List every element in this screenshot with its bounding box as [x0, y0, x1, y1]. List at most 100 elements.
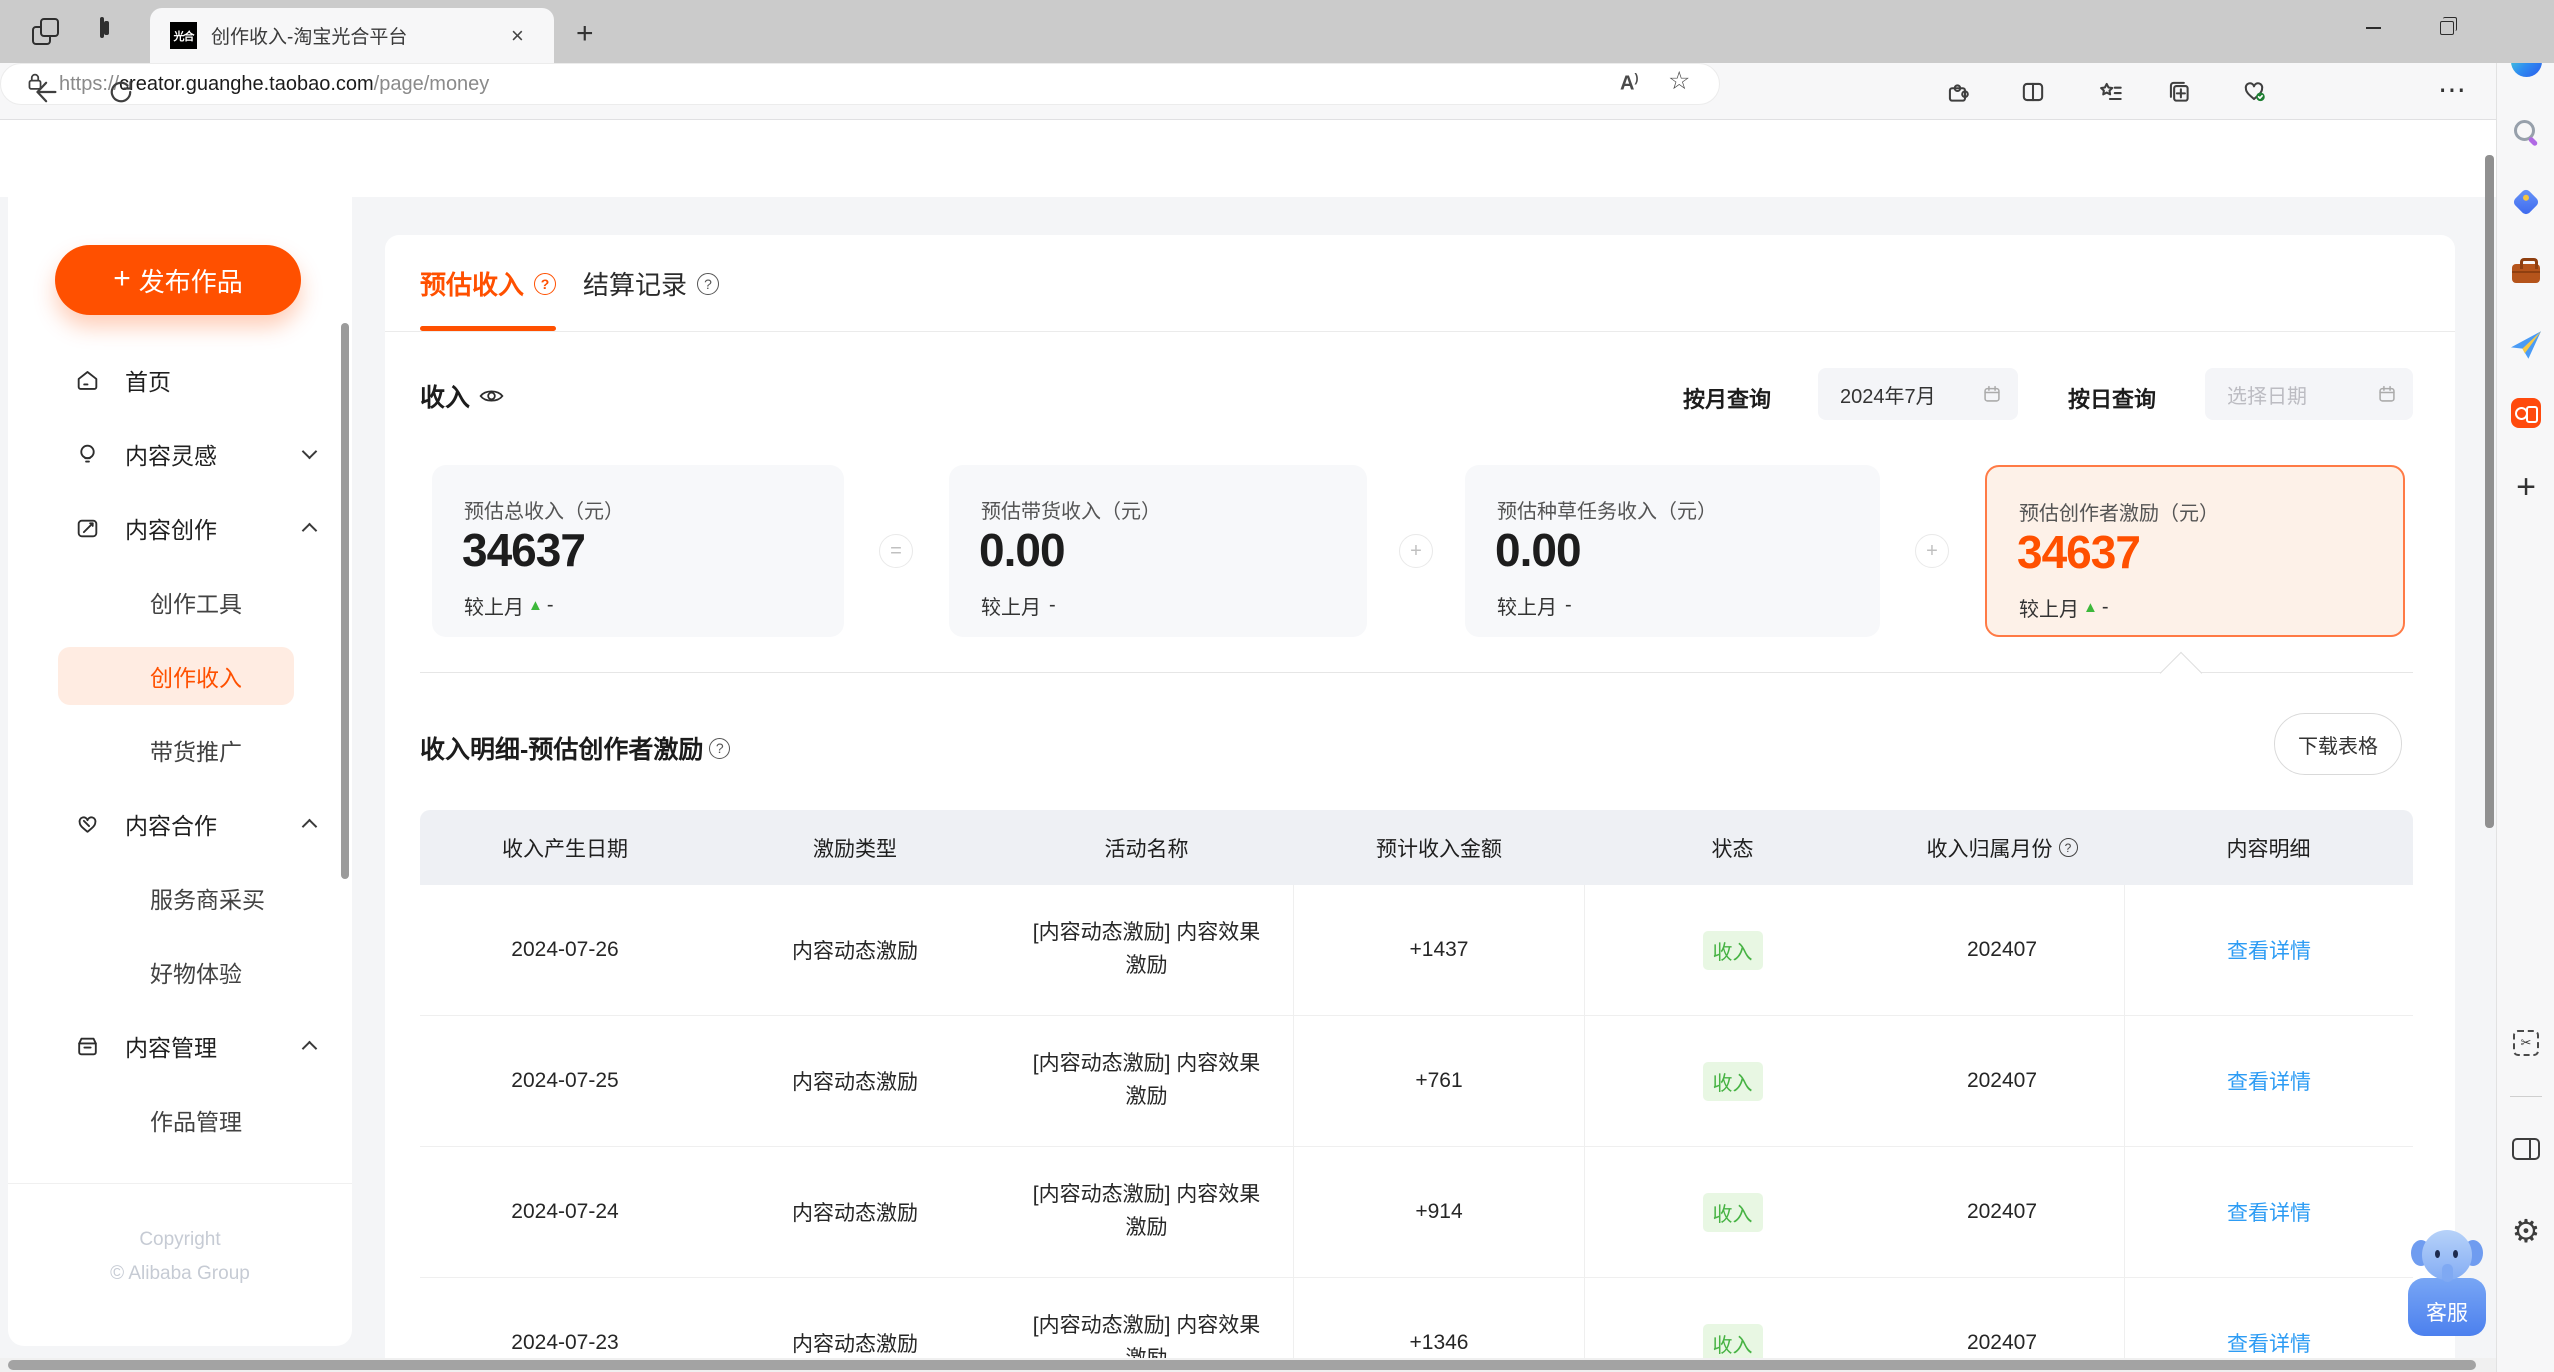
rail-divider	[2510, 1096, 2542, 1097]
status-badge: 收入	[1702, 1061, 1763, 1101]
help-icon[interactable]: ?	[2058, 838, 2078, 857]
lightbulb-icon	[80, 444, 95, 462]
calendar-icon	[1984, 385, 2000, 402]
day-picker-input[interactable]: 选择日期	[2205, 368, 2413, 420]
kuaishou-icon[interactable]	[2497, 398, 2554, 428]
browser-toolbar: https://creator.guanghe.taobao.com/page/…	[0, 63, 2535, 175]
trend-up-icon: ▲	[528, 597, 543, 614]
tab-estimated-income[interactable]: 预估收入 ?	[420, 265, 557, 302]
customer-support-widget[interactable]: 客服	[2406, 1228, 2488, 1338]
extensions-icon[interactable]	[1944, 78, 1972, 111]
table-row: 2024-07-25 内容动态激励 [内容动态激励] 内容效果激励 +761 收…	[420, 1016, 2413, 1147]
plus-icon: +	[113, 261, 131, 295]
card-seeding-task-income: 预估种草任务收入（元） 0.00 较上月 -	[1465, 465, 1880, 637]
support-button[interactable]: 客服	[2408, 1278, 2486, 1336]
main-content-panel: 预估收入 ? 结算记录 ? 收入 按月查询 2024年7月 按日查询 选择日期 …	[385, 235, 2455, 1372]
heart-hands-icon	[78, 815, 97, 833]
view-detail-link[interactable]: 查看详情	[2227, 1328, 2311, 1358]
sidebar-item-product-trial[interactable]: 好物体验	[8, 935, 352, 1009]
sidebar-nav: 首页 内容灵感 内容创作 创作工具 创作收入 带货推广 内容合作 服务商采买 好…	[8, 343, 352, 1157]
plus-operator: +	[1399, 534, 1433, 568]
page-horizontal-scrollbar[interactable]	[8, 1360, 2476, 1370]
settings-gear-icon[interactable]: ⚙	[2497, 1212, 2554, 1250]
sidebar-item-creation-income[interactable]: 创作收入	[8, 639, 352, 713]
help-icon[interactable]: ?	[709, 737, 731, 759]
drop-send-icon[interactable]	[2497, 330, 2554, 360]
site-header: 淘宝·光合平台 消息 创作者服务	[0, 120, 2496, 306]
sidebar-item-content-management[interactable]: 内容管理	[8, 1009, 352, 1083]
download-table-button[interactable]: 下载表格	[2274, 713, 2402, 775]
sidebar-item-commerce-promo[interactable]: 带货推广	[8, 713, 352, 787]
trend-up-icon: ▲	[2083, 599, 2098, 616]
home-icon	[77, 370, 98, 390]
table-row: 2024-07-26 内容动态激励 [内容动态激励] 内容效果激励 +1437 …	[420, 885, 2413, 1016]
publish-work-button[interactable]: + 发布作品	[55, 245, 301, 315]
sidebar-item-creation[interactable]: 内容创作	[8, 491, 352, 565]
income-detail-table: 收入产生日期 激励类型 活动名称 预计收入金额 状态 收入归属月份? 内容明细 …	[420, 810, 2413, 1372]
chevron-up-icon	[301, 1040, 318, 1057]
col-content-detail: 内容明细	[2226, 837, 2311, 861]
read-aloud-icon[interactable]: A)	[1620, 71, 1638, 96]
table-header-row: 收入产生日期 激励类型 活动名称 预计收入金额 状态 收入归属月份? 内容明细	[420, 810, 2413, 885]
tab-title: 创作收入-淘宝光合平台	[211, 27, 408, 48]
back-icon[interactable]	[30, 77, 60, 112]
window-minimize-button[interactable]	[2338, 0, 2408, 56]
edge-rail-top-strip	[2496, 0, 2554, 63]
table-row: 2024-07-24 内容动态激励 [内容动态激励] 内容效果激励 +914 收…	[420, 1147, 2413, 1278]
favorites-list-icon[interactable]	[2097, 78, 2125, 111]
sidebar-item-inspiration[interactable]: 内容灵感	[8, 417, 352, 491]
sidebar-item-home[interactable]: 首页	[8, 343, 352, 417]
shopping-icon[interactable]	[2497, 187, 2554, 217]
copyright-line2: © Alibaba Group	[110, 1263, 250, 1284]
sidebar-scrollbar[interactable]	[341, 323, 349, 879]
page-vertical-scrollbar[interactable]	[2485, 155, 2494, 828]
chevron-up-icon	[301, 818, 318, 835]
status-badge: 收入	[1702, 1192, 1763, 1232]
sidebar-item-cooperation[interactable]: 内容合作	[8, 787, 352, 861]
tab-actions-icon[interactable]	[100, 17, 104, 38]
sidebar-item-service-purchase[interactable]: 服务商采买	[8, 861, 352, 935]
sidebar-toggle-icon[interactable]	[2497, 1138, 2554, 1160]
browser-tab[interactable]: 光合 创作收入-淘宝光合平台 ×	[150, 8, 554, 63]
status-badge: 收入	[1702, 930, 1763, 970]
col-amount: 预计收入金额	[1376, 837, 1502, 861]
card-commerce-income: 预估带货收入（元） 0.00 较上月 -	[949, 465, 1367, 637]
edit-icon	[77, 519, 98, 537]
eye-icon[interactable]	[478, 386, 505, 406]
tabs-divider	[385, 331, 2455, 332]
split-screen-icon[interactable]	[2019, 78, 2047, 111]
help-icon[interactable]: ?	[697, 272, 720, 295]
support-mascot-icon	[2411, 1228, 2483, 1284]
browser-essentials-icon[interactable]	[2240, 78, 2268, 111]
tab-settlement-records[interactable]: 结算记录 ?	[583, 265, 720, 302]
sidebar-item-creation-tools[interactable]: 创作工具	[8, 565, 352, 639]
favorite-star-icon[interactable]: ☆	[1668, 66, 1690, 96]
col-status: 状态	[1711, 837, 1754, 861]
view-detail-link[interactable]: 查看详情	[2227, 935, 2311, 965]
add-sidebar-app-icon[interactable]: +	[2497, 468, 2554, 507]
chevron-up-icon	[301, 522, 318, 539]
card-creator-incentive[interactable]: 预估创作者激励（元） 34637 较上月 ▲ -	[1985, 465, 2405, 637]
cards-divider	[420, 672, 2413, 673]
collections-icon[interactable]	[2165, 78, 2193, 111]
month-picker-input[interactable]: 2024年7月	[1818, 368, 2018, 420]
sidebar-item-work-management[interactable]: 作品管理	[8, 1083, 352, 1157]
view-detail-link[interactable]: 查看详情	[2227, 1066, 2311, 1096]
refresh-icon[interactable]	[106, 77, 136, 112]
publish-work-label: 发布作品	[138, 266, 243, 297]
income-section-title: 收入	[420, 378, 505, 414]
equals-operator: =	[879, 534, 913, 568]
site-favicon: 光合	[170, 22, 197, 49]
selected-card-notch	[2159, 651, 2203, 695]
view-detail-link[interactable]: 查看详情	[2227, 1197, 2311, 1227]
tools-icon[interactable]	[2497, 258, 2554, 283]
new-tab-button[interactable]: +	[576, 17, 594, 51]
screenshot-icon[interactable]: ✂	[2497, 1030, 2554, 1056]
url-bar[interactable]: https://creator.guanghe.taobao.com/page/…	[0, 63, 1720, 105]
window-restore-button[interactable]	[2412, 0, 2482, 56]
search-icon[interactable]	[2497, 118, 2554, 146]
tab-close-icon[interactable]: ×	[511, 24, 524, 47]
card-total-income: 预估总收入（元） 34637 较上月 ▲ -	[432, 465, 844, 637]
settings-more-icon[interactable]: ⋯	[2438, 73, 2467, 106]
help-icon[interactable]: ?	[534, 272, 557, 295]
